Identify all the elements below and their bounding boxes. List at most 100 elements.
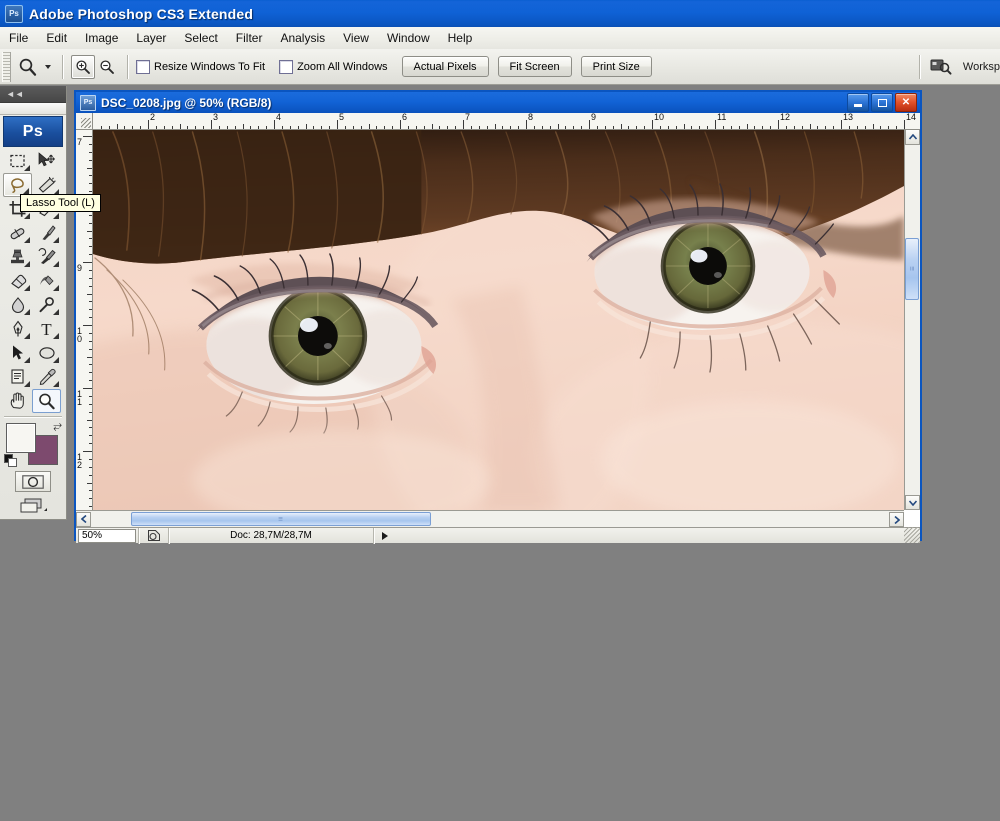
vertical-scrollbar[interactable]: ≡: [904, 130, 920, 510]
tool-pen[interactable]: [3, 317, 32, 341]
zoom-all-windows-checkbox[interactable]: Zoom All Windows: [279, 60, 387, 74]
ruler-tick-minor: [140, 126, 141, 129]
ruler-tick-minor: [581, 126, 582, 129]
ruler-tick-minor: [510, 126, 511, 129]
horizontal-scroll-thumb[interactable]: ≡: [131, 512, 431, 526]
checkbox-box[interactable]: [136, 60, 150, 74]
tool-preset-dropdown[interactable]: [41, 56, 54, 78]
ruler-tick-minor: [865, 126, 866, 129]
tool-eyedropper[interactable]: [32, 365, 61, 389]
status-menu-button[interactable]: [373, 528, 395, 544]
tool-zoom[interactable]: [32, 389, 61, 413]
zoom-in-icon[interactable]: [71, 55, 95, 79]
tool-shape[interactable]: [32, 341, 61, 365]
scroll-up-button[interactable]: [905, 130, 920, 145]
ruler-tick-major: [83, 325, 92, 326]
ruler-label: 5: [337, 113, 344, 122]
ruler-tick-minor: [89, 286, 92, 287]
ruler-tick-minor: [258, 126, 259, 129]
menu-item-layer[interactable]: Layer: [127, 29, 175, 47]
default-colors-icon[interactable]: [4, 454, 17, 467]
ruler-tick-minor: [534, 126, 535, 129]
tool-marquee[interactable]: [3, 149, 32, 173]
tool-brush[interactable]: [32, 221, 61, 245]
ruler-tick-minor: [471, 126, 472, 129]
zoom-all-windows-label: Zoom All Windows: [297, 61, 387, 73]
image-canvas[interactable]: [93, 130, 904, 510]
tool-dodge[interactable]: [32, 293, 61, 317]
ruler-tick-minor: [794, 126, 795, 129]
swap-colors-icon[interactable]: ⥂: [53, 421, 62, 431]
zoom-tool-icon[interactable]: [15, 55, 41, 79]
ruler-corner[interactable]: [76, 113, 93, 130]
proof-preview-icon[interactable]: [138, 528, 168, 544]
ruler-tick-minor: [345, 126, 346, 129]
menu-item-filter[interactable]: Filter: [227, 29, 272, 47]
vertical-scroll-thumb[interactable]: ≡: [905, 238, 919, 300]
ruler-tick-minor: [369, 124, 370, 129]
actual-pixels-button[interactable]: Actual Pixels: [402, 56, 489, 77]
tool-clone-stamp[interactable]: [3, 245, 32, 269]
tool-hand[interactable]: [3, 389, 32, 413]
checkbox-box[interactable]: [279, 60, 293, 74]
vertical-ruler[interactable]: 789101112: [76, 130, 93, 543]
resize-grip[interactable]: [904, 527, 920, 543]
menu-item-analysis[interactable]: Analysis: [271, 29, 334, 47]
tool-history-brush[interactable]: [32, 245, 61, 269]
ruler-tick-minor: [455, 126, 456, 129]
document-window: Ps DSC_0208.jpg @ 50% (RGB/8) ✕: [74, 90, 922, 541]
ruler-tick-minor: [250, 126, 251, 129]
tool-healing-brush[interactable]: [3, 221, 32, 245]
zoom-out-icon[interactable]: [95, 55, 119, 79]
tool-gradient[interactable]: [32, 269, 61, 293]
fit-screen-button[interactable]: Fit Screen: [498, 56, 572, 77]
foreground-color-swatch[interactable]: [6, 423, 36, 453]
ruler-tick-minor: [89, 183, 92, 184]
menu-item-file[interactable]: File: [0, 29, 37, 47]
quick-mask-icon[interactable]: [15, 471, 51, 492]
horizontal-scrollbar[interactable]: ≡: [76, 510, 904, 527]
ruler-tick-minor: [89, 301, 92, 302]
print-size-button[interactable]: Print Size: [581, 56, 652, 77]
flyout-triangle-icon: [24, 381, 30, 387]
ruler-label: 10: [652, 113, 664, 122]
scroll-right-button[interactable]: [889, 512, 904, 527]
ruler-tick-minor: [89, 246, 92, 247]
toolbox-collapse-button[interactable]: ◄◄: [0, 86, 66, 103]
document-info-field[interactable]: Doc: 28,7M/28,7M: [168, 528, 373, 544]
screen-mode-icon[interactable]: [13, 495, 53, 517]
menu-item-select[interactable]: Select: [175, 29, 226, 47]
document-title-bar[interactable]: Ps DSC_0208.jpg @ 50% (RGB/8) ✕: [76, 92, 920, 113]
ruler-label: 2: [148, 113, 155, 122]
zoom-level-field[interactable]: 50%: [78, 529, 136, 543]
tool-notes[interactable]: [3, 365, 32, 389]
menu-item-image[interactable]: Image: [76, 29, 127, 47]
minimize-icon: [854, 104, 862, 107]
minimize-button[interactable]: [847, 93, 869, 112]
options-bar-drag-grip[interactable]: [2, 52, 11, 82]
ruler-tick-minor: [361, 126, 362, 129]
scroll-down-button[interactable]: [905, 495, 920, 510]
toolbox-drag-handle[interactable]: [0, 103, 66, 115]
ruler-tick-minor: [408, 126, 409, 129]
tool-blur[interactable]: [3, 293, 32, 317]
workspace-label[interactable]: Worksp: [963, 61, 1000, 73]
workspace-icon[interactable]: [928, 56, 954, 78]
resize-windows-to-fit-checkbox[interactable]: Resize Windows To Fit: [136, 60, 265, 74]
tool-type[interactable]: T: [32, 317, 61, 341]
tool-path-selection[interactable]: [3, 341, 32, 365]
tool-move[interactable]: [32, 149, 61, 173]
menu-item-window[interactable]: Window: [378, 29, 439, 47]
ruler-tick-minor: [550, 126, 551, 129]
menu-item-view[interactable]: View: [334, 29, 378, 47]
close-button[interactable]: ✕: [895, 93, 917, 112]
menu-item-help[interactable]: Help: [439, 29, 482, 47]
maximize-button[interactable]: [871, 93, 893, 112]
ruler-tick-minor: [518, 126, 519, 129]
flyout-triangle-icon: [53, 213, 59, 219]
menu-item-edit[interactable]: Edit: [37, 29, 76, 47]
horizontal-ruler[interactable]: 234567891011121314: [93, 113, 920, 130]
scroll-left-button[interactable]: [76, 512, 91, 527]
ruler-tick-minor: [668, 126, 669, 129]
tool-eraser[interactable]: [3, 269, 32, 293]
